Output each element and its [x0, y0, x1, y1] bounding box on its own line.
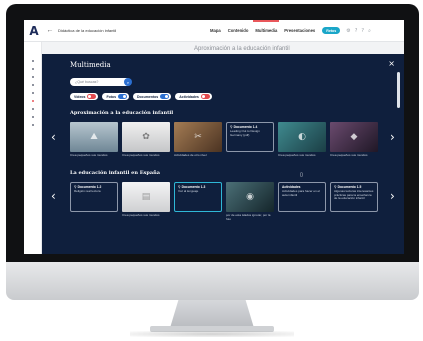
plant-icon: ✿ — [142, 132, 150, 142]
section-title: La educación infantil en España — [70, 170, 160, 176]
filter-label: Fotos — [106, 94, 117, 99]
monitor-stand — [170, 300, 254, 328]
scrollbar[interactable] — [397, 72, 400, 108]
media-card[interactable]: ◐ Crea pequeños sus mundos — [278, 122, 326, 158]
globe-icon: ◉ — [246, 192, 254, 202]
filter-label: Vídeos — [74, 94, 86, 99]
document-description: Voz al lenguaje — [178, 189, 199, 193]
photo-thumbnail: ✂ — [174, 122, 222, 152]
rail-dot[interactable] — [32, 60, 34, 62]
filter-bar: Vídeos Fotos Documentos Actividades — [70, 93, 216, 100]
card-caption: Crea pequeños sus mundos — [122, 153, 160, 157]
carousel-next-icon[interactable]: › — [390, 131, 395, 143]
abstract-icon: ◆ — [350, 132, 358, 142]
backdrop-heading: Aproximación a la educación infantil — [194, 46, 290, 52]
photo-thumbnail: ▤ — [122, 182, 170, 212]
media-card[interactable]: ⛰ Crea pequeños sus mundos — [70, 122, 118, 158]
search-icon[interactable]: ⌕ — [124, 78, 132, 86]
modal-title: Multimedia — [70, 61, 111, 69]
photo-thumbnail: ◉ — [226, 182, 274, 212]
app-screen: A ← Didáctica de la educación infantil M… — [24, 20, 404, 254]
card-caption: Crea pequeños sus mundos — [122, 213, 160, 217]
rail-dot-active[interactable] — [32, 100, 34, 102]
monitor-chin — [6, 262, 419, 300]
filter-actividades[interactable]: Actividades — [175, 93, 212, 100]
back-arrow-icon[interactable]: ← — [44, 27, 56, 34]
info-icon[interactable]: ? — [355, 28, 358, 34]
landscape-icon: ⛰ — [90, 132, 98, 142]
nav-item-multimedia[interactable]: Multimedia — [253, 20, 280, 33]
document-card[interactable]: ⚲ Documento 1.2 Religión real lectura — [70, 182, 118, 212]
document-description: Actividades para hacer en el aula infant… — [282, 189, 320, 197]
rail-dot[interactable] — [32, 108, 34, 110]
imac-frame: A ← Didáctica de la educación infantil M… — [0, 0, 423, 341]
rail-dot[interactable] — [32, 92, 34, 94]
filter-label: Documentos — [137, 94, 159, 99]
multimedia-modal: Multimedia × ⌕ Vídeos Fotos Documentos — [42, 54, 404, 254]
photo-thumbnail: ◐ — [278, 122, 326, 152]
media-card[interactable]: ▤ Crea pequeños sus mundos — [122, 182, 170, 218]
photo-thumbnail: ⛰ — [70, 122, 118, 152]
search-input[interactable] — [70, 78, 131, 86]
toggle-switch[interactable] — [160, 94, 170, 99]
card-caption: Crea pequeños sus mundos — [330, 153, 368, 157]
progress-rail — [24, 42, 42, 254]
nav-item-mapa[interactable]: Mapa — [210, 28, 221, 33]
nav-item-contenido[interactable]: Contenido — [228, 28, 249, 33]
media-card[interactable]: ◉ por de esta islados ignorar, por la fo… — [226, 182, 274, 222]
toggle-switch[interactable] — [200, 94, 210, 99]
card-caption: Actividades de otro nivel — [174, 153, 207, 157]
document-card[interactable]: ⚲ Documento 1.4 Leading Out to Design Ger… — [226, 122, 274, 152]
filter-documentos[interactable]: Documentos — [133, 93, 172, 100]
rail-dot[interactable] — [32, 124, 34, 126]
help-icon[interactable]: ? — [361, 28, 364, 34]
card-caption: por de esta islados ignorar, por la foto — [226, 213, 271, 221]
filter-label: Actividades — [179, 94, 199, 99]
toggle-switch[interactable] — [118, 94, 128, 99]
rail-dot[interactable] — [32, 76, 34, 78]
photo-thumbnail: ✿ — [122, 122, 170, 152]
nav-item-presentaciones[interactable]: Presentaciones — [284, 28, 315, 33]
search-icon[interactable]: ⌕ — [368, 28, 371, 34]
satellite-icon: ◐ — [298, 132, 306, 142]
rail-dot[interactable] — [32, 84, 34, 86]
section-title: Aproximación a la educación infantil — [70, 110, 174, 116]
card-caption: Crea pequeños sus mundos — [70, 153, 108, 157]
filter-videos[interactable]: Vídeos — [70, 93, 99, 100]
media-card[interactable]: ✿ Crea pequeños sus mundos — [122, 122, 170, 158]
document-description: Leading Out to Design Germany (pdf) — [230, 129, 260, 137]
document-icon: ▯ — [300, 172, 303, 178]
document-description: Religión real lectura — [74, 189, 101, 193]
stand-shadow — [130, 331, 294, 337]
course-title: Didáctica de la educación infantil — [58, 28, 117, 33]
close-icon[interactable]: × — [388, 59, 395, 68]
filter-fotos[interactable]: Fotos — [102, 93, 130, 100]
rail-dot[interactable] — [32, 68, 34, 70]
carousel-next-icon[interactable]: › — [390, 190, 395, 202]
settings-icon[interactable]: ⚙ — [346, 28, 350, 34]
toggle-switch[interactable] — [87, 94, 97, 99]
rail-dot[interactable] — [32, 116, 34, 118]
tools-icon: ✂ — [194, 132, 202, 142]
media-card[interactable]: ✂ Actividades de otro nivel — [174, 122, 222, 158]
media-card[interactable]: ◆ Crea pequeños sus mundos — [330, 122, 378, 158]
carousel-prev-icon[interactable]: ‹ — [51, 190, 56, 202]
document-card[interactable]: ⚲ Documento 1.5 Algunas lecturas interesa… — [330, 182, 378, 212]
app-logo[interactable]: A — [24, 20, 44, 42]
activity-card[interactable]: Actividades Actividades para hacer en el… — [278, 182, 326, 212]
carousel-prev-icon[interactable]: ‹ — [51, 131, 56, 143]
retos-button[interactable]: Retos — [322, 27, 341, 34]
photo-thumbnail: ◆ — [330, 122, 378, 152]
document-description: Algunas lecturas interesantes prácticas … — [334, 189, 374, 201]
document-card[interactable]: ⚲ Documento 1.3 Voz al lenguaje — [174, 182, 222, 212]
card-caption: Crea pequeños sus mundos — [278, 153, 316, 157]
main-nav: Mapa Contenido Multimedia Presentaciones — [210, 20, 322, 33]
paper-icon: ▤ — [141, 192, 151, 202]
top-navigation-bar: A ← Didáctica de la educación infantil M… — [24, 20, 404, 42]
